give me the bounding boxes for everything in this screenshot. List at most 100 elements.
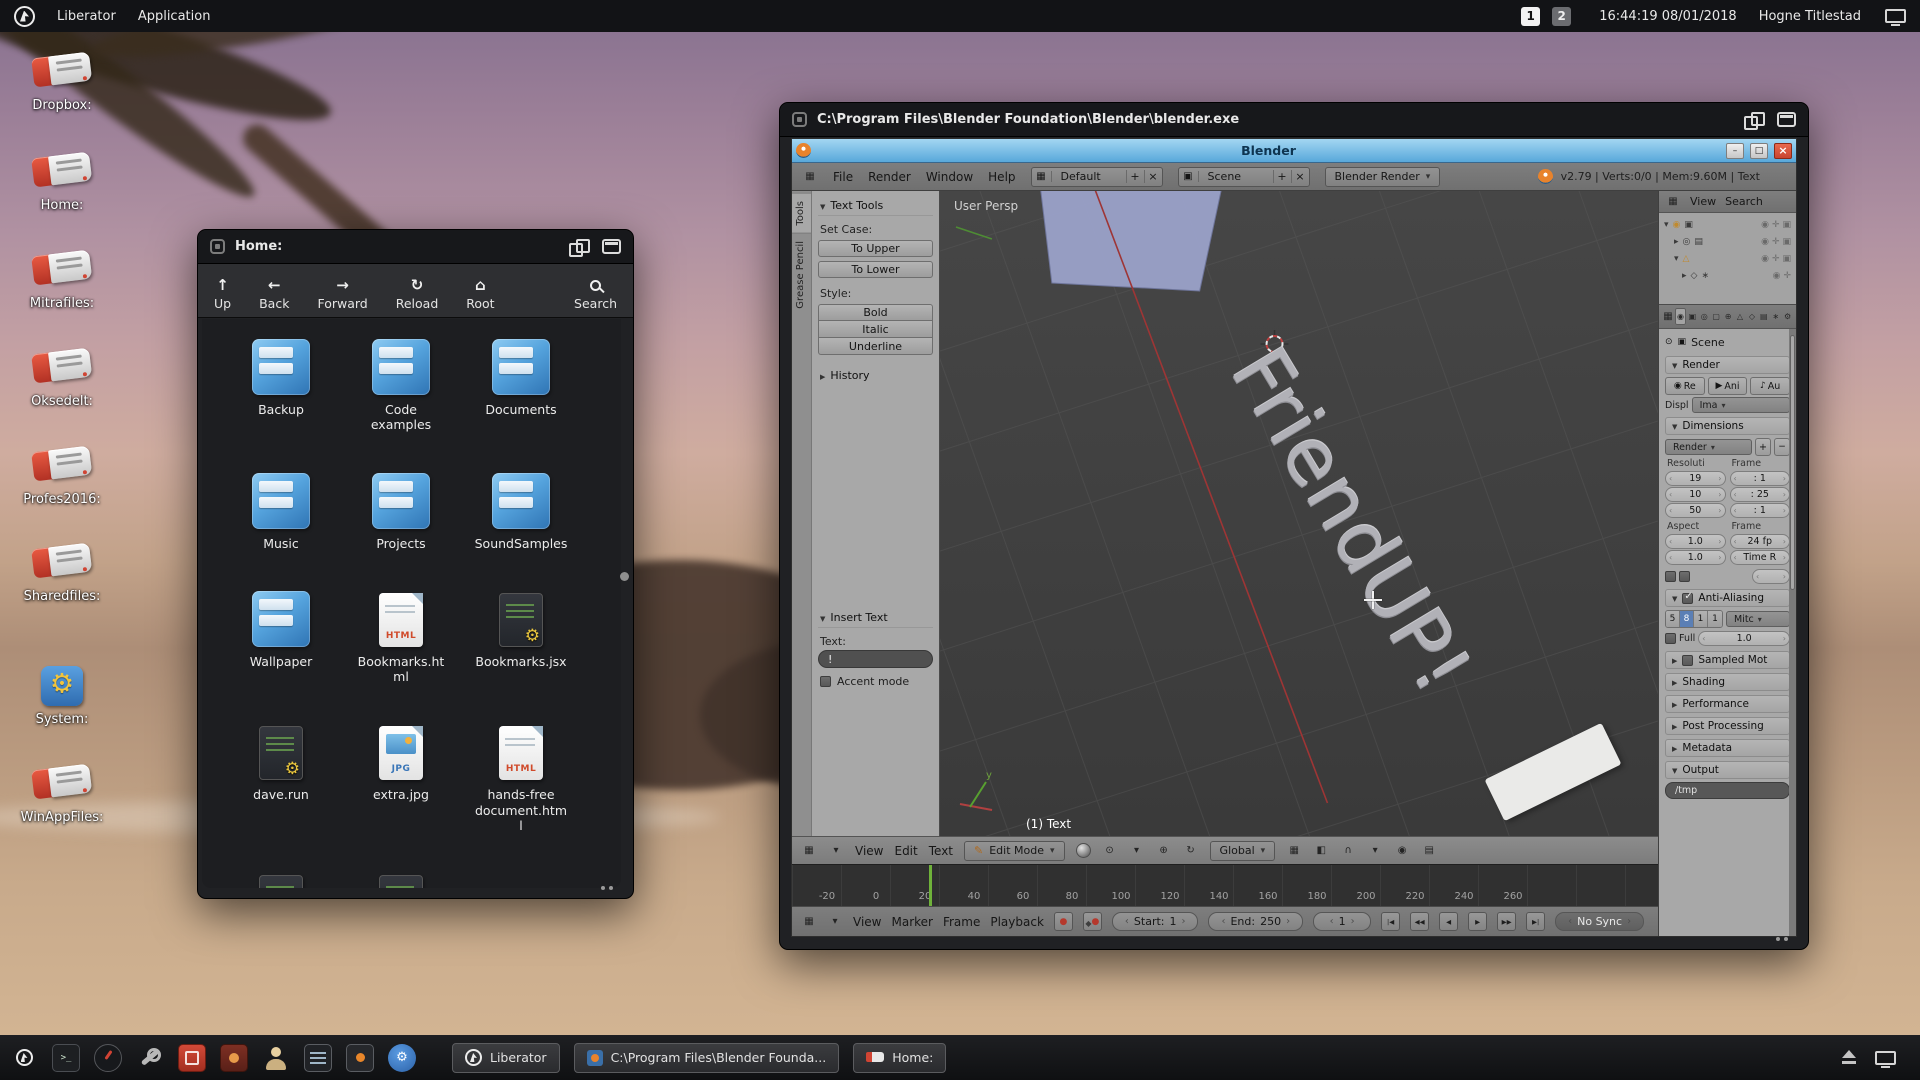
frame-start-field[interactable]: Start: 1 bbox=[1112, 912, 1199, 931]
filter-size-field[interactable]: 1.0 bbox=[1698, 631, 1790, 646]
eject-icon[interactable] bbox=[1841, 1050, 1857, 1065]
border-checkbox[interactable] bbox=[1665, 571, 1676, 582]
aspect-x-field[interactable]: 1.0 bbox=[1665, 534, 1726, 549]
anti-aliasing-checkbox[interactable] bbox=[1682, 593, 1693, 604]
root-button[interactable]: Root bbox=[466, 277, 494, 311]
package-app-icon[interactable] bbox=[178, 1044, 206, 1072]
performance-section-header[interactable]: Performance bbox=[1665, 695, 1790, 713]
aa-filter-selector[interactable]: Mitc bbox=[1726, 611, 1790, 627]
menu-text[interactable]: Text bbox=[929, 844, 953, 858]
editor-type-icon[interactable] bbox=[1665, 193, 1681, 211]
file-item[interactable]: Bookmarks.jsx bbox=[462, 591, 580, 685]
frame-start-field[interactable]: : 1 bbox=[1730, 471, 1791, 486]
desktop-icon-dropbox[interactable]: Dropbox: bbox=[14, 50, 110, 113]
editor-type-icon[interactable] bbox=[801, 842, 817, 860]
menu-application[interactable]: Application bbox=[138, 9, 211, 24]
shading-section-header[interactable]: Shading bbox=[1665, 673, 1790, 691]
resolution-y-field[interactable]: 10 bbox=[1665, 487, 1726, 502]
scrollbar-thumb[interactable] bbox=[1790, 335, 1795, 590]
jump-to-end-button[interactable] bbox=[1526, 912, 1545, 931]
file-item[interactable]: Documents bbox=[462, 339, 580, 433]
file-item[interactable]: SoundSamples bbox=[462, 473, 580, 551]
underline-button[interactable]: Underline bbox=[818, 338, 933, 355]
window-maximize-icon[interactable] bbox=[602, 239, 621, 254]
anti-aliasing-section-header[interactable]: Anti-Aliasing bbox=[1665, 589, 1790, 607]
window-clone-icon[interactable] bbox=[569, 239, 588, 255]
blender-window-titlebar[interactable]: C:\Program Files\Blender Foundation\Blen… bbox=[780, 103, 1808, 137]
current-frame-marker[interactable] bbox=[929, 865, 932, 906]
menu-search[interactable]: Search bbox=[1725, 195, 1763, 208]
up-button[interactable]: Up bbox=[214, 277, 231, 311]
desktop-icon-mitrafiles[interactable]: Mitrafiles: bbox=[14, 248, 110, 311]
task-liberator[interactable]: Liberator bbox=[452, 1043, 560, 1073]
render-preset-selector[interactable]: Render bbox=[1665, 439, 1752, 455]
capture-app-icon[interactable] bbox=[346, 1044, 374, 1072]
dimensions-section-header[interactable]: Dimensions bbox=[1665, 417, 1790, 435]
chevron-down-icon[interactable] bbox=[1367, 842, 1383, 860]
outliner-row[interactable]: ▾△◉✛▣ bbox=[1664, 250, 1791, 267]
editor-type-icon[interactable] bbox=[801, 913, 817, 931]
output-section-header[interactable]: Output bbox=[1665, 761, 1790, 779]
desktop-icon-system[interactable]: System: bbox=[14, 664, 110, 727]
frame-end-field[interactable]: End: 250 bbox=[1208, 912, 1303, 931]
file-item[interactable]: HTML hands-free document.html bbox=[462, 724, 580, 833]
timeline-ruler[interactable]: -40 -20 0 20 40 60 80 100 120 140 160 18… bbox=[792, 864, 1658, 906]
tab-tools[interactable]: Tools bbox=[792, 193, 811, 233]
remove-scene-icon[interactable] bbox=[1291, 170, 1309, 183]
file-item[interactable]: dave.run bbox=[222, 724, 340, 833]
sync-mode-selector[interactable]: No Sync bbox=[1555, 912, 1644, 931]
chevron-down-icon[interactable] bbox=[828, 842, 844, 860]
accent-mode-checkbox[interactable] bbox=[820, 676, 831, 687]
back-button[interactable]: Back bbox=[259, 277, 289, 311]
desktop-icon-home[interactable]: Home: bbox=[14, 150, 110, 213]
render-button[interactable]: Re bbox=[1665, 377, 1705, 395]
menu-render[interactable]: Render bbox=[868, 170, 911, 184]
workspace-2-badge[interactable]: 2 bbox=[1552, 7, 1571, 26]
window-app-icon[interactable] bbox=[792, 112, 807, 127]
history-panel-header[interactable]: History bbox=[818, 365, 933, 385]
menu-view[interactable]: View bbox=[1690, 195, 1716, 208]
desktop-icon-profes2016[interactable]: Profes2016: bbox=[14, 444, 110, 507]
crop-checkbox[interactable] bbox=[1679, 571, 1690, 582]
media-app-icon[interactable] bbox=[220, 1044, 248, 1072]
keying-set-button[interactable] bbox=[1083, 912, 1102, 931]
resolution-pct-field[interactable]: 50 bbox=[1665, 503, 1726, 518]
file-item[interactable]: Wallpaper bbox=[222, 591, 340, 685]
aa-8-button[interactable]: 8 bbox=[1680, 611, 1694, 627]
add-scene-icon[interactable] bbox=[1273, 170, 1291, 183]
frame-end-field[interactable]: : 25 bbox=[1730, 487, 1791, 502]
tab-material[interactable] bbox=[1746, 308, 1757, 325]
file-item-partial[interactable] bbox=[342, 873, 460, 888]
render-section-header[interactable]: Render bbox=[1665, 356, 1790, 374]
stepper-field[interactable] bbox=[1752, 569, 1790, 584]
tools-icon[interactable] bbox=[136, 1044, 164, 1072]
pin-icon[interactable] bbox=[1665, 337, 1673, 347]
minimize-button[interactable] bbox=[1726, 143, 1744, 159]
tab-particles[interactable] bbox=[1770, 308, 1781, 325]
display-settings-icon[interactable] bbox=[304, 1044, 332, 1072]
friend-logo-icon[interactable] bbox=[10, 1044, 38, 1072]
aa-11-button[interactable]: 1 bbox=[1694, 611, 1708, 627]
current-frame-field[interactable]: 1 bbox=[1313, 912, 1371, 931]
aspect-y-field[interactable]: 1.0 bbox=[1665, 550, 1726, 565]
tab-render[interactable] bbox=[1675, 308, 1686, 325]
chevron-down-icon[interactable] bbox=[827, 913, 843, 931]
resolution-x-field[interactable]: 19 bbox=[1665, 471, 1726, 486]
search-button[interactable]: Search bbox=[574, 278, 617, 311]
add-preset-button[interactable] bbox=[1755, 438, 1771, 456]
next-keyframe-button[interactable] bbox=[1497, 912, 1516, 931]
add-layout-icon[interactable] bbox=[1126, 170, 1144, 183]
menu-marker[interactable]: Marker bbox=[891, 915, 932, 929]
aa-5-button[interactable]: 5 bbox=[1666, 611, 1680, 627]
menu-liberator[interactable]: Liberator bbox=[57, 9, 116, 24]
animation-button[interactable]: Ani bbox=[1708, 377, 1748, 395]
insert-text-input[interactable] bbox=[818, 650, 933, 668]
resize-grip[interactable] bbox=[601, 886, 617, 891]
orientation-selector[interactable]: Global bbox=[1210, 841, 1276, 861]
pivot-icon[interactable] bbox=[1102, 842, 1118, 860]
maximize-button[interactable] bbox=[1750, 143, 1768, 159]
jump-to-start-button[interactable] bbox=[1381, 912, 1400, 931]
viewport-shading-icon[interactable] bbox=[1076, 843, 1091, 858]
italic-button[interactable]: Italic bbox=[818, 321, 933, 338]
manipulator-rotate-icon[interactable] bbox=[1183, 842, 1199, 860]
